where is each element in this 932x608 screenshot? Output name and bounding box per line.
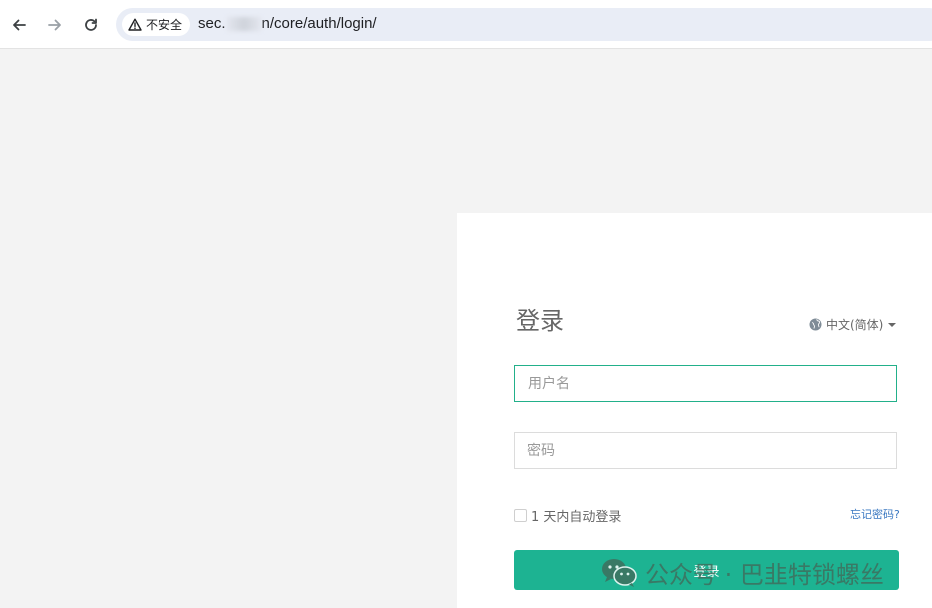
browser-toolbar: 不安全 sec. n/core/auth/login/ xyxy=(0,0,932,49)
remember-label: 1 天内自动登录 xyxy=(531,510,622,525)
back-arrow-icon xyxy=(13,19,26,31)
redacted-domain xyxy=(226,17,261,32)
language-label: 中文(简体) xyxy=(826,318,884,332)
password-input[interactable] xyxy=(514,432,897,469)
url-suffix: n/core/auth/login/ xyxy=(261,15,377,32)
login-button[interactable]: 登录 xyxy=(514,550,899,590)
forward-arrow-icon xyxy=(48,19,61,31)
page-title: 登录 xyxy=(516,307,564,335)
back-button[interactable] xyxy=(8,14,30,36)
reload-icon xyxy=(85,18,97,31)
address-bar[interactable]: 不安全 sec. n/core/auth/login/ xyxy=(116,8,932,41)
username-input[interactable] xyxy=(514,365,897,402)
chevron-down-icon xyxy=(888,322,897,327)
security-indicator[interactable]: 不安全 xyxy=(122,13,191,36)
forward-button[interactable] xyxy=(44,14,66,36)
url-text[interactable]: sec. n/core/auth/login/ xyxy=(198,15,377,32)
forgot-password-link[interactable]: 忘记密码? xyxy=(850,506,900,522)
remember-me[interactable]: 1 天内自动登录 xyxy=(514,506,621,525)
language-selector[interactable]: 中文(简体) xyxy=(809,316,897,333)
warning-icon xyxy=(128,18,142,31)
security-label: 不安全 xyxy=(146,18,183,32)
globe-icon xyxy=(809,318,822,331)
reload-button[interactable] xyxy=(80,14,102,36)
url-prefix: sec. xyxy=(198,15,226,32)
login-panel: 登录 中文(简体) 1 天内自动登录 忘记密码? 登录 xyxy=(457,213,932,608)
remember-checkbox[interactable] xyxy=(514,509,527,522)
